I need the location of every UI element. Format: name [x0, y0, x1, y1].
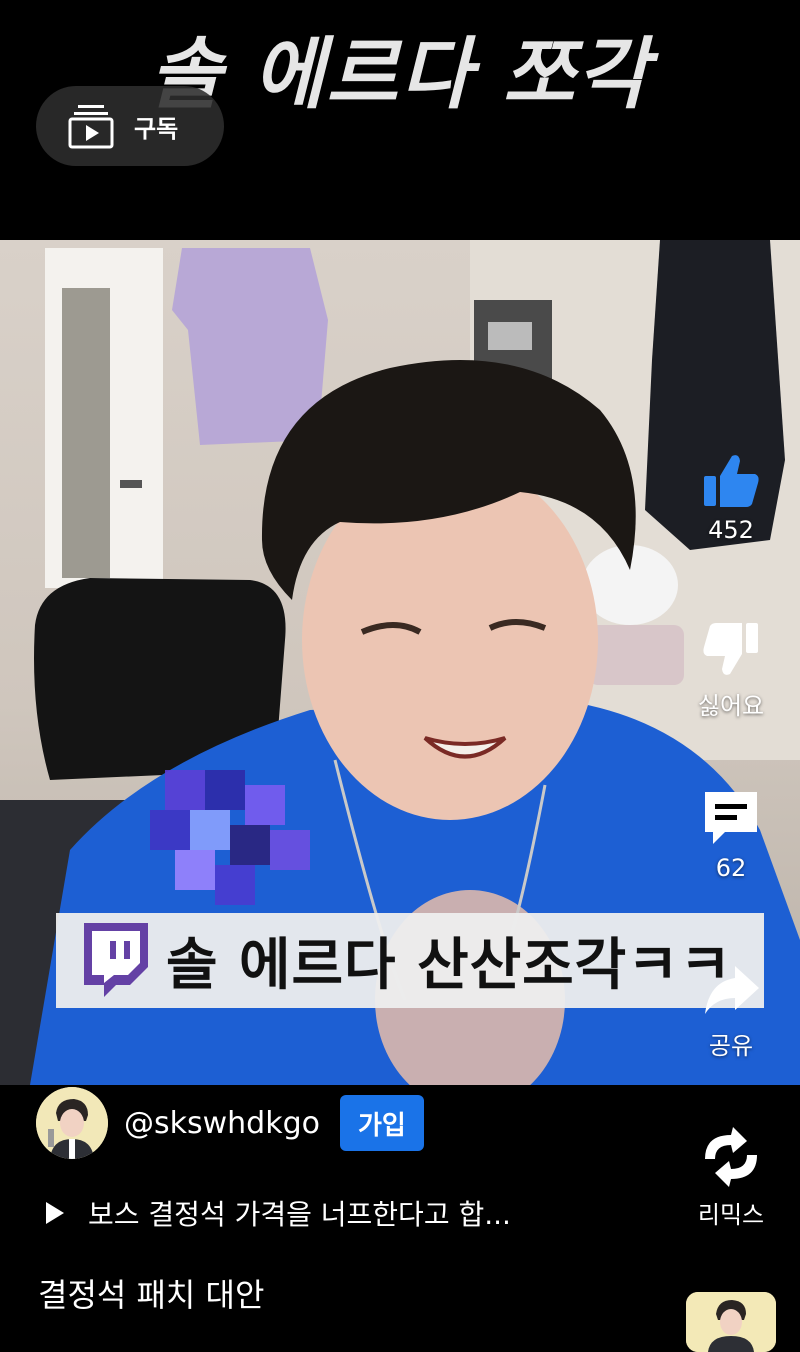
channel-handle[interactable]: @skswhdkgo — [124, 1106, 320, 1141]
play-icon — [46, 1202, 64, 1224]
comment-icon — [705, 792, 757, 844]
overlay-caption: 솔 에르다 산산조각ㅋㅋ — [56, 913, 764, 1008]
channel-row: @skswhdkgo 가입 — [36, 1087, 424, 1159]
description-row[interactable]: 보스 결정석 가격을 너프한다고 합... — [44, 1193, 511, 1233]
share-icon — [705, 966, 759, 1014]
dislike-button[interactable]: 싫어요 — [671, 620, 791, 721]
like-button[interactable]: 452 — [671, 450, 791, 544]
comment-count: 62 — [715, 854, 747, 882]
caption-line: 결정석 패치 대안 — [38, 1276, 265, 1314]
join-button[interactable]: 가입 — [340, 1095, 424, 1151]
thumbs-up-icon — [704, 455, 759, 507]
remix-button[interactable]: 리믹스 — [671, 1125, 791, 1230]
twitch-logo — [84, 922, 148, 997]
description-text: 보스 결정석 가격을 너프한다고 합... — [88, 1198, 511, 1231]
comments-button[interactable]: 62 — [671, 788, 791, 882]
avatar[interactable] — [36, 1087, 108, 1159]
share-label: 공유 — [708, 1032, 754, 1060]
overlay-caption-text: 솔 에르다 산산조각ㅋㅋ — [166, 933, 733, 998]
subscribe-button[interactable]: 구독 — [36, 86, 224, 166]
sound-thumbnail[interactable] — [686, 1292, 776, 1352]
thumbs-down-icon — [703, 623, 758, 675]
remix-label: 리믹스 — [697, 1201, 765, 1229]
subscriptions-icon — [68, 105, 114, 149]
remix-icon — [705, 1127, 757, 1187]
share-button[interactable]: 공유 — [671, 960, 791, 1061]
dislike-label: 싫어요 — [697, 692, 765, 720]
subscribe-label: 구독 — [134, 114, 179, 143]
like-count: 452 — [708, 516, 754, 544]
